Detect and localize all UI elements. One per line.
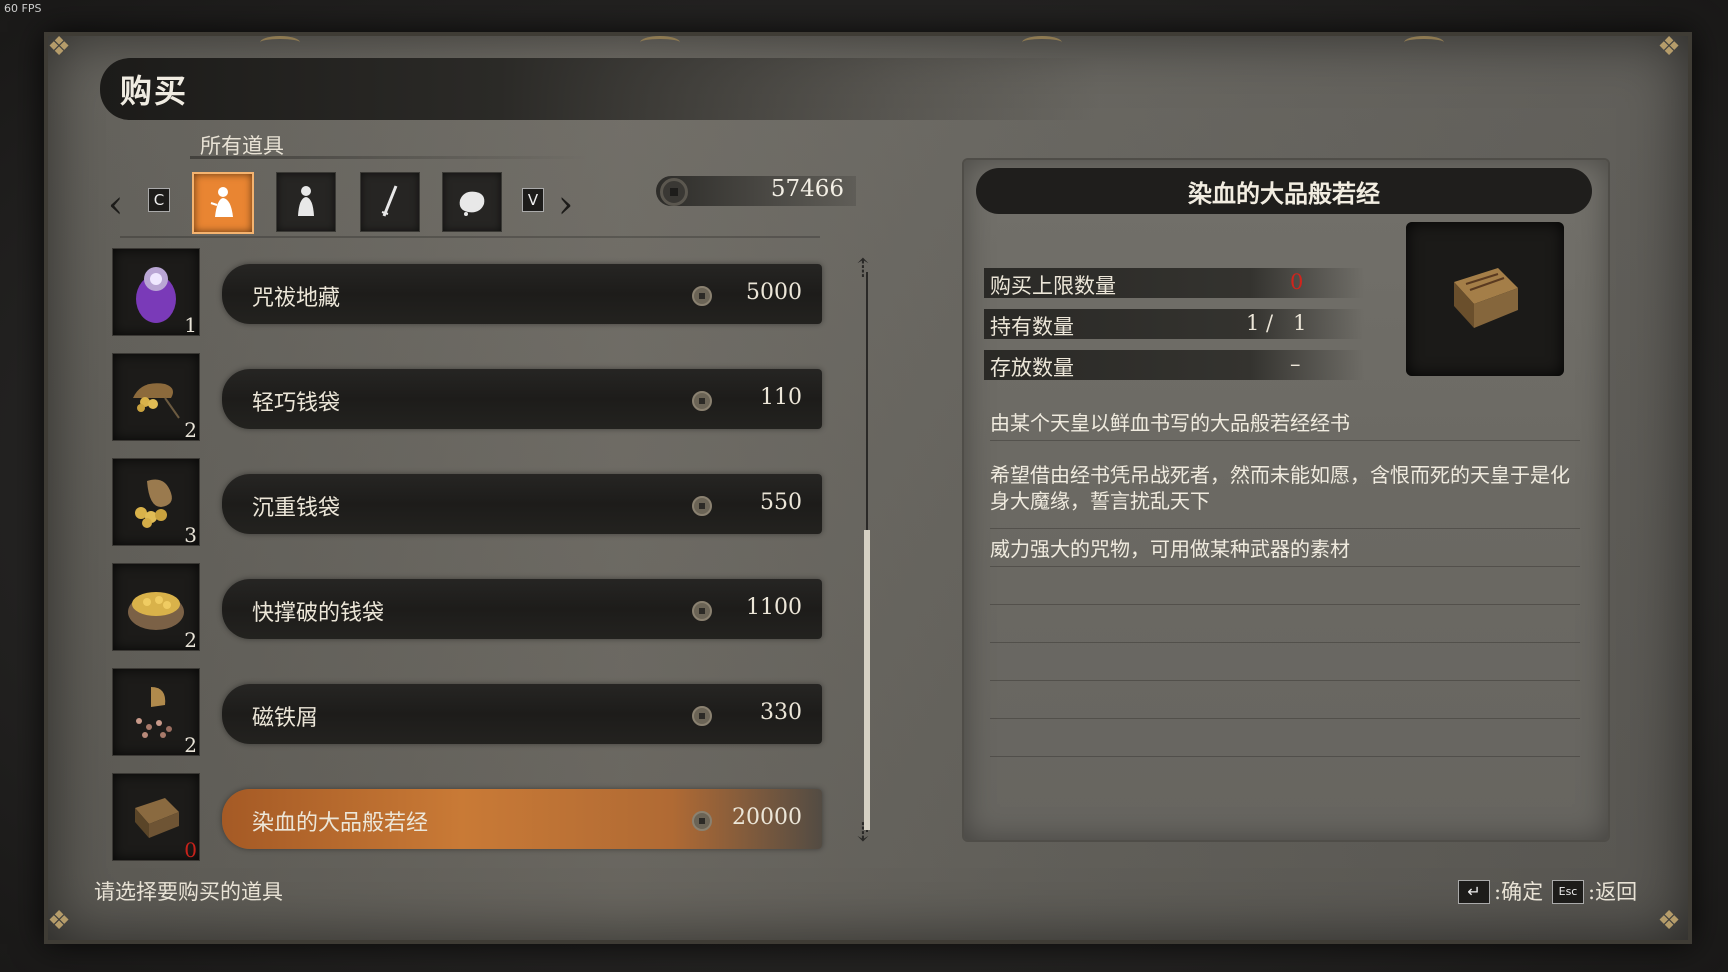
item-thumbnail: 2 <box>112 353 200 442</box>
item-description-line: 由某个天皇以鲜血书写的大品般若经经书 <box>990 411 1350 435</box>
stat-label-storage: 存放数量 <box>990 356 1074 380</box>
sen-coin-icon <box>692 811 712 831</box>
item-thumbnail: 0 <box>112 773 200 862</box>
tab-weapons[interactable] <box>360 172 420 232</box>
stat-value-purchase-limit: 0 <box>1290 270 1304 294</box>
stat-label-purchase-limit: 购买上限数量 <box>990 274 1116 298</box>
heavy-coin-purse-icon <box>135 479 172 528</box>
esc-key-icon[interactable]: Esc <box>1552 880 1584 904</box>
scroll-up-arrow-icon[interactable]: ⇡ <box>852 254 874 284</box>
corner-ornament-icon: ❖ <box>1657 32 1681 62</box>
divider <box>120 236 820 238</box>
description-rule <box>990 756 1580 757</box>
item-quantity: 0 <box>184 838 197 862</box>
item-thumbnail: 1 <box>112 248 200 337</box>
tab-all-items[interactable] <box>192 172 254 234</box>
sutra-book-icon <box>135 798 179 838</box>
item-price: 550 <box>760 490 802 515</box>
fps-counter: 60 FPS <box>4 2 42 15</box>
item-quantity: 1 <box>184 313 197 337</box>
item-thumbnail: 2 <box>112 563 200 652</box>
item-preview <box>1406 222 1564 376</box>
item-name: 咒祓地藏 <box>252 286 341 311</box>
item-price: 5000 <box>746 280 802 305</box>
frame-ornament <box>640 36 680 49</box>
item-price: 1100 <box>746 595 802 620</box>
footer-hint: 请选择要购买的道具 <box>94 880 283 904</box>
lodestone-shard-icon <box>136 687 172 738</box>
item-price: 20000 <box>732 805 802 830</box>
list-item[interactable]: 1 咒祓地藏 5000 <box>112 248 832 337</box>
stat-label-held: 持有数量 <box>990 315 1074 339</box>
description-rule <box>990 528 1580 529</box>
item-price: 110 <box>760 385 802 410</box>
corner-ornament-icon: ❖ <box>1657 906 1681 936</box>
figure-icon <box>298 186 314 216</box>
item-name: 染血的大品般若经 <box>252 811 429 836</box>
tab-consumables[interactable] <box>276 172 336 232</box>
item-quantity: 2 <box>184 418 197 442</box>
stat-value-storage: – <box>1290 352 1301 376</box>
description-rule <box>990 680 1580 681</box>
item-thumbnail: 2 <box>112 668 200 757</box>
enter-key-icon[interactable]: ↵ <box>1458 880 1490 904</box>
page-title: 购买 <box>120 72 189 110</box>
sen-coin-icon <box>692 496 712 516</box>
sen-coin-icon <box>692 286 712 306</box>
kneeling-figure-icon <box>210 187 233 217</box>
item-description-line: 希望借由经书凭吊战死者，然而未能如愿，含恨而死的天皇于是化身大魔缘，誓言扰乱天下 <box>990 463 1570 513</box>
list-item[interactable]: 2 快撑破的钱袋 1100 <box>112 563 832 652</box>
list-item[interactable]: 2 轻巧钱袋 110 <box>112 353 832 442</box>
item-quantity: 2 <box>184 733 197 757</box>
item-name: 沉重钱袋 <box>252 496 341 521</box>
description-rule <box>990 718 1580 719</box>
bulging-coin-purse-icon <box>128 592 184 630</box>
item-description-line: 威力强大的咒物，可用做某种武器的素材 <box>990 537 1350 561</box>
scroll-down-arrow-icon[interactable]: ⇣ <box>852 818 874 848</box>
tab-next-arrow-icon[interactable]: › <box>558 185 573 223</box>
tab-prev-arrow-icon[interactable]: ‹ <box>108 185 123 223</box>
sutra-book-icon <box>1454 268 1518 328</box>
description-rule <box>990 642 1580 643</box>
item-name: 轻巧钱袋 <box>252 391 341 416</box>
back-label[interactable]: :返回 <box>1588 876 1637 906</box>
item-name: 磁铁屑 <box>252 706 319 731</box>
confirm-label[interactable]: :确定 <box>1494 876 1543 906</box>
scrollbar-thumb[interactable] <box>864 530 870 830</box>
list-item[interactable]: 2 磁铁屑 330 <box>112 668 832 757</box>
item-quantity: 2 <box>184 628 197 652</box>
pouch-icon <box>459 191 485 216</box>
item-price: 330 <box>760 700 802 725</box>
money-amount: 57466 <box>770 176 844 202</box>
item-name: 快撑破的钱袋 <box>252 601 385 626</box>
tab-prev-key[interactable]: C <box>148 188 170 212</box>
list-item[interactable]: 3 沉重钱袋 550 <box>112 458 832 547</box>
description-rule <box>990 440 1580 441</box>
sen-coin-icon <box>660 178 688 206</box>
corner-ornament-icon: ❖ <box>47 32 71 62</box>
item-quantity: 3 <box>184 523 197 547</box>
tab-materials[interactable] <box>442 172 502 232</box>
tab-next-key[interactable]: V <box>522 188 544 212</box>
sen-coin-icon <box>692 391 712 411</box>
description-rule <box>990 566 1580 567</box>
description-rule <box>990 604 1580 605</box>
category-underline <box>190 156 590 159</box>
sen-coin-icon <box>692 706 712 726</box>
frame-ornament <box>1404 36 1444 49</box>
title-brush-stroke <box>100 58 1100 120</box>
item-thumbnail: 3 <box>112 458 200 547</box>
corner-ornament-icon: ❖ <box>47 906 71 936</box>
list-item-selected[interactable]: 0 染血的大品般若经 20000 <box>112 773 832 862</box>
detail-title: 染血的大品般若经 <box>1188 179 1380 208</box>
stat-value-held: 1 / 1 <box>1246 311 1307 335</box>
sen-coin-icon <box>692 601 712 621</box>
light-coin-purse-icon <box>133 383 180 419</box>
frame-ornament <box>1022 36 1062 49</box>
jizo-statue-icon <box>136 267 176 323</box>
frame-ornament <box>260 36 300 49</box>
blade-icon <box>381 185 398 217</box>
